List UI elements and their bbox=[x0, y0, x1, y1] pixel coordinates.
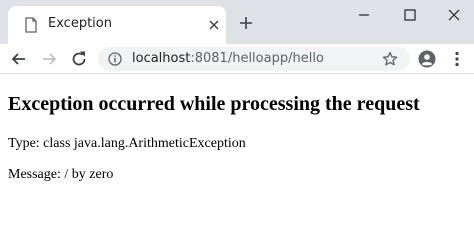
exception-type: Type: class java.lang.ArithmeticExceptio… bbox=[8, 136, 246, 151]
profile-icon[interactable] bbox=[418, 50, 436, 68]
url-host: localhost bbox=[132, 51, 191, 66]
page-content: Exception occurred while processing the … bbox=[0, 75, 474, 223]
browser-toolbar: localhost:8081/helloapp/hello bbox=[0, 44, 474, 74]
info-icon[interactable] bbox=[108, 52, 122, 66]
minimize-icon[interactable] bbox=[342, 0, 386, 30]
address-bar[interactable]: localhost:8081/helloapp/hello bbox=[98, 47, 410, 71]
plus-icon[interactable] bbox=[238, 15, 254, 31]
maximize-icon[interactable] bbox=[388, 0, 432, 30]
url-path: :8081/helloapp/hello bbox=[190, 51, 324, 66]
tab-exception[interactable]: Exception bbox=[8, 6, 226, 44]
tab-strip: Exception bbox=[0, 0, 474, 44]
document-icon bbox=[25, 17, 37, 33]
kebab-menu-icon[interactable] bbox=[448, 50, 466, 68]
page-title: Exception occurred while processing the … bbox=[8, 93, 420, 115]
url-text[interactable]: localhost:8081/helloapp/hello bbox=[132, 51, 324, 66]
window-close-icon[interactable] bbox=[432, 0, 474, 30]
exception-message: Message: / by zero bbox=[8, 167, 114, 182]
forward-arrow-icon[interactable] bbox=[40, 50, 58, 68]
close-icon[interactable] bbox=[208, 19, 220, 31]
reload-icon[interactable] bbox=[70, 50, 88, 68]
star-icon[interactable] bbox=[382, 51, 398, 67]
back-arrow-icon[interactable] bbox=[10, 50, 28, 68]
tab-title: Exception bbox=[48, 16, 112, 31]
